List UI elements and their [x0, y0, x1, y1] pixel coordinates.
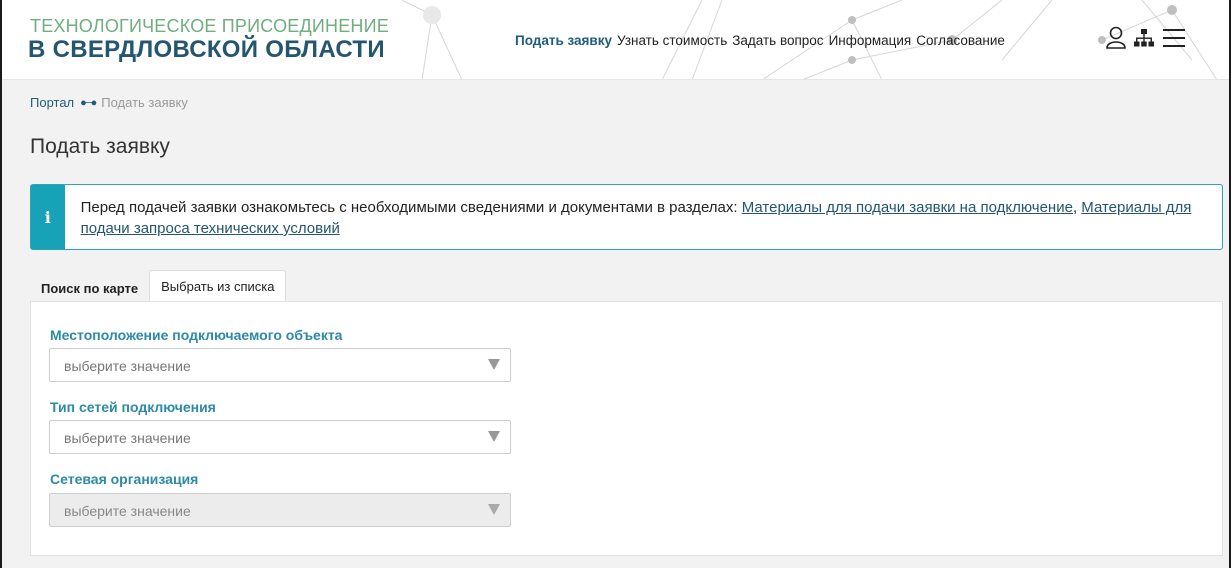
tab-map-search[interactable]: Поиск по карте	[30, 270, 149, 302]
info-text: Перед подачей заявки ознакомьтесь с необ…	[65, 185, 1222, 249]
breadcrumb-home[interactable]: Портал	[30, 95, 74, 110]
page-frame: ТЕХНОЛОГИЧЕСКОЕ ПРИСОЕДИНЕНИЕ В СВЕРДЛОВ…	[0, 0, 1231, 568]
network-type-select-value: выберите значение	[64, 430, 191, 446]
nav-approval[interactable]: Согласование	[916, 33, 1005, 48]
user-icon[interactable]	[1105, 26, 1127, 55]
tab-bar: Поиск по карте Выбрать из списка	[30, 270, 287, 302]
page-title: Подать заявку	[30, 135, 170, 158]
site-header: ТЕХНОЛОГИЧЕСКОЕ ПРИСОЕДИНЕНИЕ В СВЕРДЛОВ…	[2, 0, 1229, 80]
info-link-application-materials[interactable]: Материалы для подачи заявки на подключен…	[742, 199, 1073, 216]
sitemap-icon[interactable]	[1133, 27, 1155, 54]
network-type-select[interactable]: выберите значение	[49, 420, 511, 454]
network-org-select: выберите значение	[49, 493, 511, 527]
nav-ask-question[interactable]: Задать вопрос	[732, 33, 823, 48]
breadcrumb-separator-icon: ●─●	[80, 96, 97, 109]
menu-icon[interactable]	[1161, 26, 1187, 55]
nav-information[interactable]: Информация	[829, 33, 912, 48]
tab-select-from-list[interactable]: Выбрать из списка	[149, 270, 287, 302]
logo-bottom-text[interactable]: В СВЕРДЛОВСКОЙ ОБЛАСТИ	[28, 36, 385, 64]
location-label: Местоположение подключаемого объекта	[50, 327, 343, 343]
dropdown-arrow-icon	[488, 359, 500, 370]
location-select-value: выберите значение	[64, 358, 191, 374]
main-nav: Подать заявку Узнать стоимость Задать во…	[515, 33, 1010, 48]
breadcrumb-current: Подать заявку	[101, 95, 188, 110]
breadcrumb: Портал ●─● Подать заявку	[30, 95, 188, 110]
info-icon: i	[31, 185, 65, 249]
logo-top-text[interactable]: ТЕХНОЛОГИЧЕСКОЕ ПРИСОЕДИНЕНИЕ	[30, 16, 389, 37]
header-icons	[1105, 26, 1187, 55]
nav-get-cost[interactable]: Узнать стоимость	[617, 33, 727, 48]
dropdown-arrow-icon	[488, 504, 500, 515]
location-select[interactable]: выберите значение	[49, 348, 511, 382]
form-panel: Местоположение подключаемого объекта выб…	[30, 301, 1223, 556]
network-type-label: Тип сетей подключения	[50, 399, 216, 415]
info-alert: i Перед подачей заявки ознакомьтесь с не…	[30, 184, 1223, 250]
network-org-label: Сетевая организация	[50, 471, 199, 487]
dropdown-arrow-icon	[488, 431, 500, 442]
nav-submit-application[interactable]: Подать заявку	[515, 33, 612, 48]
network-org-select-value: выберите значение	[64, 503, 191, 519]
info-message: Перед подачей заявки ознакомьтесь с необ…	[80, 199, 742, 216]
